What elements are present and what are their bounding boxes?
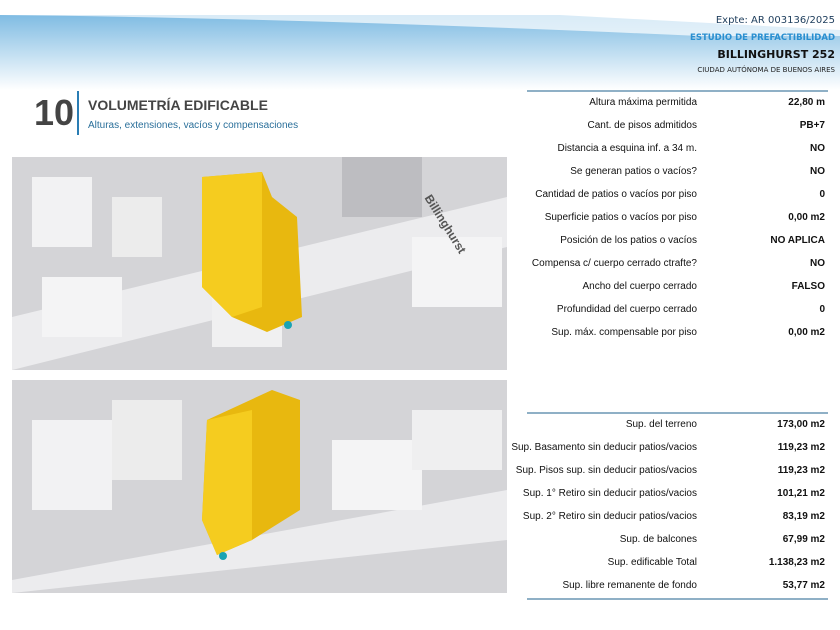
row-value: 119,23 m2 xyxy=(777,442,825,453)
row-label: Cant. de pisos admitidos xyxy=(587,120,697,131)
expediente-number: Expte: AR 003136/2025 xyxy=(715,15,835,26)
row-label: Cantidad de patios o vacíos por piso xyxy=(535,189,697,200)
row-value: 119,23 m2 xyxy=(777,465,825,476)
table-row: Sup. libre remanente de fondo 53,77 m2 xyxy=(527,575,828,598)
row-value: 0 xyxy=(819,189,825,200)
section-number: 10 xyxy=(34,92,75,133)
table-row: Sup. edificable Total 1.138,23 m2 xyxy=(527,552,828,575)
volumetry-3d-view-bottom xyxy=(12,380,507,593)
table-row: Posición de los patios o vacíos NO APLICA xyxy=(527,230,828,253)
row-label: Sup. del terreno xyxy=(625,419,697,430)
row-value: 101,21 m2 xyxy=(777,488,825,499)
row-value: 173,00 m2 xyxy=(777,419,825,430)
row-label: Altura máxima permitida xyxy=(589,97,697,108)
row-label: Ancho del cuerpo cerrado xyxy=(582,281,697,292)
row-value: PB+7 xyxy=(799,120,825,131)
table-row: Sup. 2° Retiro sin deducir patios/vacios… xyxy=(523,506,828,529)
surface-table: Sup. del terreno 173,00 m2 Sup. Basamento … xyxy=(511,412,828,600)
table-row: Altura máxima permitida 22,80 m xyxy=(527,92,828,115)
row-value: 0 xyxy=(819,304,825,315)
row-value: FALSO xyxy=(791,281,825,292)
row-label: Sup. 1° Retiro sin deducir patios/vacios xyxy=(522,488,697,499)
header-banner xyxy=(0,15,840,90)
row-value: NO APLICA xyxy=(770,235,825,246)
row-label: Sup. Basamento sin deducir patios/vacios xyxy=(511,442,697,453)
row-label: Distancia a esquina inf. a 34 m. xyxy=(557,143,697,154)
address: BILLINGHURST 252 xyxy=(717,48,835,61)
table-row: Cant. de pisos admitidos PB+7 xyxy=(527,115,828,138)
table-row: Compensa c/ cuerpo cerrado ctrafte? NO xyxy=(527,253,828,276)
city: CIUDAD AUTÓNOMA DE BUENOS AIRES xyxy=(697,66,835,74)
row-value: 67,99 m2 xyxy=(782,534,825,545)
table-row: Distancia a esquina inf. a 34 m. NO xyxy=(527,138,828,161)
row-value: NO xyxy=(810,166,825,177)
section-title: VOLUMETRÍA EDIFICABLE xyxy=(88,97,268,113)
row-value: NO xyxy=(810,258,825,269)
row-value: 0,00 m2 xyxy=(788,327,825,338)
row-value: 22,80 m xyxy=(788,97,825,108)
row-label: Sup. Pisos sup. sin deducir patios/vacio… xyxy=(515,465,697,476)
table-row: Sup. máx. compensable por piso 0,00 m2 xyxy=(527,322,828,345)
row-label: Superficie patios o vacíos por piso xyxy=(544,212,697,223)
table-row: Sup. 1° Retiro sin deducir patios/vacios… xyxy=(523,483,828,506)
volumetry-3d-view-top: Billinghurst xyxy=(12,157,507,370)
row-value: 83,19 m2 xyxy=(782,511,825,522)
table-row: Superficie patios o vacíos por piso 0,00 … xyxy=(527,207,828,230)
row-value: NO xyxy=(810,143,825,154)
table-row: Cantidad de patios o vacíos por piso 0 xyxy=(527,184,828,207)
row-label: Sup. libre remanente de fondo xyxy=(562,580,697,591)
table-row: Sup. Basamento sin deducir patios/vacios… xyxy=(511,437,828,460)
table-rule xyxy=(527,598,828,600)
row-value: 0,00 m2 xyxy=(788,212,825,223)
section-subtitle: Alturas, extensiones, vacíos y compensac… xyxy=(88,120,299,131)
row-label: Sup. máx. compensable por piso xyxy=(551,327,697,338)
table-row: Sup. de balcones 67,99 m2 xyxy=(527,529,828,552)
row-label: Profundidad del cuerpo cerrado xyxy=(556,304,697,315)
row-label: Compensa c/ cuerpo cerrado ctrafte? xyxy=(531,258,697,269)
height-table: Altura máxima permitida 22,80 m Cant. de p… xyxy=(527,90,828,345)
table-row: Ancho del cuerpo cerrado FALSO xyxy=(527,276,828,299)
row-label: Sup. edificable Total xyxy=(607,557,697,568)
row-label: Sup. 2° Retiro sin deducir patios/vacios xyxy=(522,511,697,522)
table-row: Sup. Pisos sup. sin deducir patios/vacio… xyxy=(516,460,828,483)
divider xyxy=(77,91,79,135)
table-row: Profundidad del cuerpo cerrado 0 xyxy=(527,299,828,322)
study-type: ESTUDIO DE PREFACTIBILIDAD xyxy=(690,33,835,43)
table-row: Se generan patios o vacíos? NO xyxy=(527,161,828,184)
row-label: Se generan patios o vacíos? xyxy=(570,166,697,177)
table-row: Sup. del terreno 173,00 m2 xyxy=(527,414,828,437)
row-label: Sup. de balcones xyxy=(619,534,697,545)
row-value: 1.138,23 m2 xyxy=(768,557,825,568)
row-label: Posición de los patios o vacíos xyxy=(560,235,697,246)
row-value: 53,77 m2 xyxy=(782,580,825,591)
